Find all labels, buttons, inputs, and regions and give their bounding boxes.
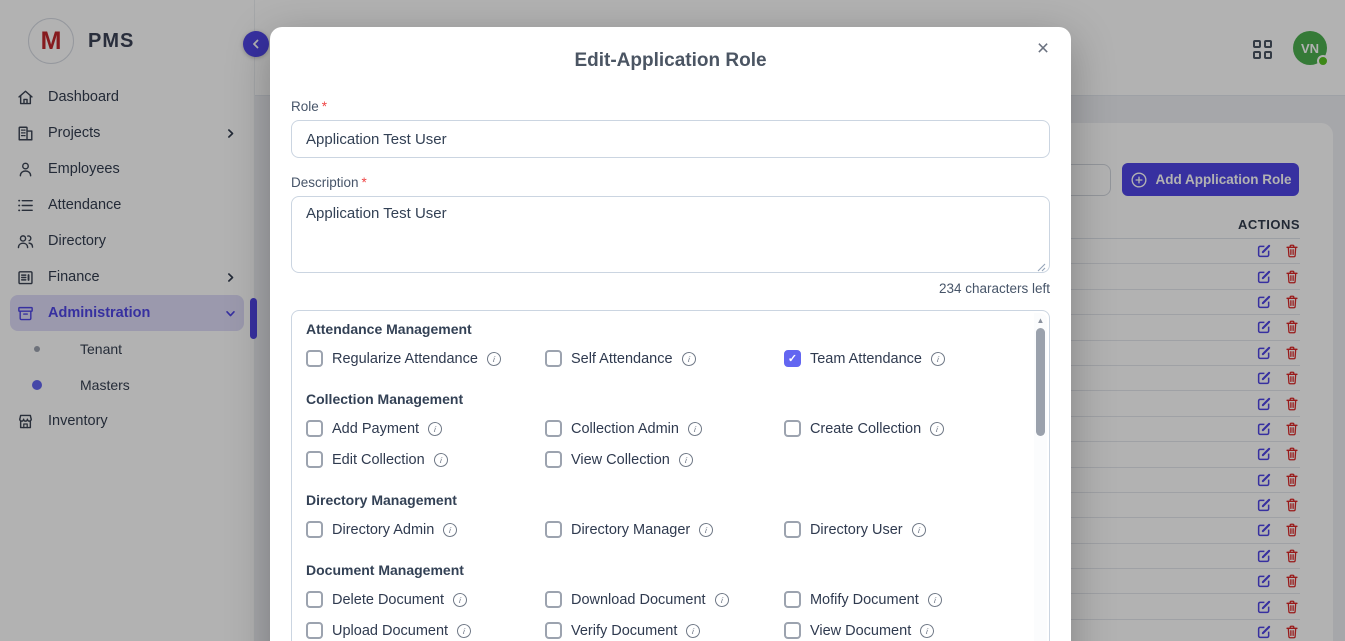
permissions-scrollbar[interactable]: ▲ ▼ <box>1034 313 1047 641</box>
description-label: Description* <box>291 175 1050 190</box>
description-textarea[interactable]: Application Test User <box>291 196 1050 273</box>
permission-label: Directory Admin <box>332 522 434 538</box>
info-icon[interactable]: i <box>930 351 946 367</box>
info-icon[interactable]: i <box>427 421 443 437</box>
info-icon[interactable]: i <box>452 592 468 608</box>
permission-item-upload-document[interactable]: Upload Document i <box>306 622 545 639</box>
role-label: Role* <box>291 99 1050 114</box>
permission-section-title: Collection Management <box>306 391 1023 407</box>
permission-item-collection-admin[interactable]: Collection Admin i <box>545 420 784 437</box>
info-icon[interactable]: i <box>687 421 703 437</box>
permission-section-title: Attendance Management <box>306 321 1023 337</box>
scrollbar-thumb[interactable] <box>1036 328 1045 436</box>
checkbox-icon[interactable] <box>784 521 801 538</box>
info-icon[interactable]: i <box>919 623 935 639</box>
permission-item-view-document[interactable]: View Document i <box>784 622 1023 639</box>
permission-label: Team Attendance <box>810 351 922 367</box>
checkbox-icon[interactable] <box>545 420 562 437</box>
checkbox-icon[interactable] <box>306 622 323 639</box>
permission-label: Upload Document <box>332 623 448 639</box>
info-icon[interactable]: i <box>927 592 943 608</box>
required-asterisk: * <box>362 175 367 190</box>
permission-label: Directory User <box>810 522 903 538</box>
info-icon[interactable]: i <box>685 623 701 639</box>
permission-section: Directory Management Directory Admin i D… <box>306 492 1023 552</box>
info-icon[interactable]: i <box>698 522 714 538</box>
checkbox-icon[interactable] <box>545 622 562 639</box>
required-asterisk: * <box>322 99 327 114</box>
permission-item-self-attendance[interactable]: Self Attendance i <box>545 350 784 367</box>
permission-label: View Document <box>810 623 911 639</box>
close-icon[interactable]: × <box>1029 35 1057 63</box>
checkbox-icon[interactable] <box>545 591 562 608</box>
permissions-panel: Attendance Management Regularize Attenda… <box>291 310 1050 641</box>
checkbox-icon[interactable] <box>306 420 323 437</box>
permission-section: Collection Management Add Payment i Coll… <box>306 391 1023 482</box>
modal-title: Edit-Application Role <box>270 27 1071 72</box>
info-icon[interactable]: i <box>678 452 694 468</box>
permission-item-download-document[interactable]: Download Document i <box>545 591 784 608</box>
edit-application-role-modal: Edit-Application Role × Role* Descriptio… <box>270 27 1071 641</box>
permission-item-team-attendance[interactable]: ✓ Team Attendance i <box>784 350 1023 367</box>
permission-item-edit-collection[interactable]: Edit Collection i <box>306 451 545 468</box>
permission-label: Edit Collection <box>332 452 425 468</box>
checkbox-icon[interactable] <box>545 350 562 367</box>
checkbox-icon[interactable] <box>306 451 323 468</box>
permission-item-directory-manager[interactable]: Directory Manager i <box>545 521 784 538</box>
permission-label: Add Payment <box>332 421 419 437</box>
permission-label: Delete Document <box>332 592 444 608</box>
permission-section: Attendance Management Regularize Attenda… <box>306 321 1023 381</box>
checkbox-icon[interactable] <box>306 521 323 538</box>
permission-label: View Collection <box>571 452 670 468</box>
permission-item-mofify-document[interactable]: Mofify Document i <box>784 591 1023 608</box>
info-icon[interactable]: i <box>681 351 697 367</box>
permission-label: Download Document <box>571 592 706 608</box>
permission-item-directory-admin[interactable]: Directory Admin i <box>306 521 545 538</box>
checkbox-icon[interactable] <box>545 521 562 538</box>
checkbox-icon[interactable] <box>306 591 323 608</box>
info-icon[interactable]: i <box>433 452 449 468</box>
permission-label: Collection Admin <box>571 421 679 437</box>
permission-item-directory-user[interactable]: Directory User i <box>784 521 1023 538</box>
permission-label: Regularize Attendance <box>332 351 478 367</box>
permission-label: Verify Document <box>571 623 677 639</box>
checkbox-icon[interactable] <box>545 451 562 468</box>
permission-label: Directory Manager <box>571 522 690 538</box>
permission-item-verify-document[interactable]: Verify Document i <box>545 622 784 639</box>
characters-left-counter: 234 characters left <box>291 281 1050 296</box>
checkbox-checked-icon[interactable]: ✓ <box>784 350 801 367</box>
checkbox-icon[interactable] <box>784 420 801 437</box>
info-icon[interactable]: i <box>442 522 458 538</box>
scroll-up-icon[interactable]: ▲ <box>1034 316 1047 325</box>
permission-section-title: Document Management <box>306 562 1023 578</box>
permission-item-regularize-attendance[interactable]: Regularize Attendance i <box>306 350 545 367</box>
checkbox-icon[interactable] <box>306 350 323 367</box>
info-icon[interactable]: i <box>929 421 945 437</box>
permission-label: Self Attendance <box>571 351 673 367</box>
permission-item-delete-document[interactable]: Delete Document i <box>306 591 545 608</box>
info-icon[interactable]: i <box>486 351 502 367</box>
permission-section: Document Management Delete Document i Do… <box>306 562 1023 641</box>
info-icon[interactable]: i <box>456 623 472 639</box>
permission-item-add-payment[interactable]: Add Payment i <box>306 420 545 437</box>
info-icon[interactable]: i <box>714 592 730 608</box>
permission-label: Create Collection <box>810 421 921 437</box>
role-input[interactable] <box>291 120 1050 158</box>
permission-section-title: Directory Management <box>306 492 1023 508</box>
permission-label: Mofify Document <box>810 592 919 608</box>
app-screen: VN Add Application Role ACTIONS <box>0 0 1345 641</box>
checkbox-icon[interactable] <box>784 622 801 639</box>
info-icon[interactable]: i <box>911 522 927 538</box>
checkbox-icon[interactable] <box>784 591 801 608</box>
permission-item-view-collection[interactable]: View Collection i <box>545 451 784 468</box>
permission-item-create-collection[interactable]: Create Collection i <box>784 420 1023 437</box>
